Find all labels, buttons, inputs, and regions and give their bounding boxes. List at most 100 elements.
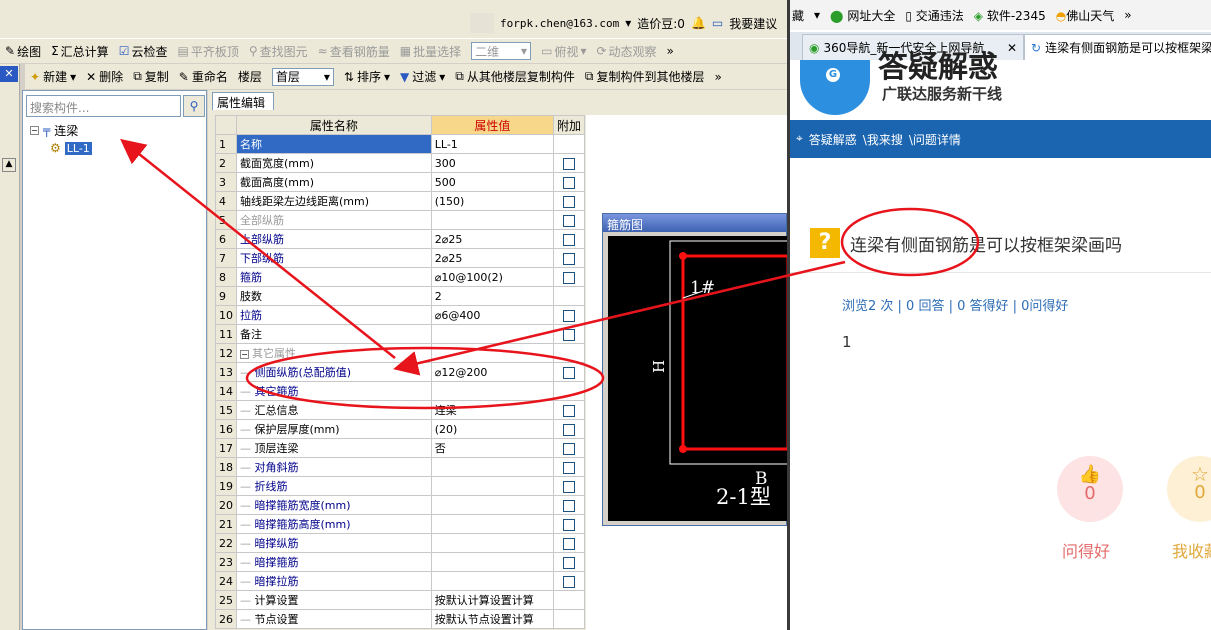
extra-checkbox-cell[interactable] xyxy=(552,229,586,249)
good-question-button[interactable]: 👍 0 xyxy=(1057,456,1123,522)
extra-checkbox[interactable] xyxy=(562,157,575,170)
bookmark-weather[interactable]: ◓佛山天气 xyxy=(1056,7,1115,24)
property-row[interactable]: 16— 保护层厚度(mm) (20) xyxy=(215,419,586,439)
extra-checkbox[interactable] xyxy=(562,271,575,284)
extra-checkbox[interactable] xyxy=(562,366,575,379)
extra-checkbox[interactable] xyxy=(562,404,575,417)
crumb-home[interactable]: 答疑解惑 xyxy=(809,131,857,147)
extra-checkbox-cell[interactable] xyxy=(552,533,586,553)
property-row[interactable]: 10 拉筋 ⌀6@400 xyxy=(215,305,586,325)
property-row[interactable]: 6 上部纵筋 2⌀25 xyxy=(215,229,586,249)
extra-checkbox[interactable] xyxy=(562,233,575,246)
extra-checkbox[interactable] xyxy=(562,442,575,455)
view-rebar-button[interactable]: ≈ 查看钢筋量 xyxy=(313,43,395,60)
suggest-link[interactable]: 我要建议 xyxy=(729,15,777,32)
property-value-cell[interactable] xyxy=(430,571,554,591)
extra-checkbox[interactable] xyxy=(562,575,575,588)
extra-checkbox-cell[interactable] xyxy=(552,590,586,610)
property-name-cell[interactable]: 名称 xyxy=(236,134,432,154)
extra-checkbox-cell[interactable] xyxy=(552,210,586,230)
property-row[interactable]: 19— 折线筋 xyxy=(215,476,586,496)
property-name-cell[interactable]: 轴线距梁左边线距离(mm) xyxy=(236,191,432,211)
property-value-cell[interactable] xyxy=(430,324,554,344)
property-value-cell[interactable] xyxy=(430,457,554,477)
property-row[interactable]: 9 肢数 2 xyxy=(215,286,586,306)
property-value-cell[interactable]: 2⌀25 xyxy=(430,248,554,268)
property-name-cell[interactable]: — 顶层连梁 xyxy=(236,438,432,458)
extra-checkbox[interactable] xyxy=(562,461,575,474)
property-name-cell[interactable]: — 其它箍筋 xyxy=(236,381,432,401)
extra-checkbox-cell[interactable] xyxy=(552,153,586,173)
property-row[interactable]: 25— 计算设置 按默认计算设置计算 xyxy=(215,590,586,610)
extra-checkbox[interactable] xyxy=(562,328,575,341)
property-row[interactable]: 22— 暗撑纵筋 xyxy=(215,533,586,553)
more-tools-button[interactable]: » xyxy=(709,70,726,84)
extra-checkbox-cell[interactable] xyxy=(552,324,586,344)
extra-checkbox-cell[interactable] xyxy=(552,552,586,572)
bell-icon[interactable]: 🔔 xyxy=(691,16,706,30)
extra-checkbox-cell[interactable] xyxy=(552,286,586,306)
property-row[interactable]: 8 箍筋 ⌀10@100(2) xyxy=(215,267,586,287)
extra-checkbox-cell[interactable] xyxy=(552,305,586,325)
property-row[interactable]: 13— 侧面纵筋(总配筋值) ⌀12@200 xyxy=(215,362,586,382)
more-tools-button[interactable]: » xyxy=(662,44,679,58)
top-view-button[interactable]: ▭ 俯视 ▾ xyxy=(536,43,591,60)
property-name-cell[interactable]: 拉筋 xyxy=(236,305,432,325)
bookmark-traffic[interactable]: ▯ 交通违法 xyxy=(905,7,963,24)
dropdown-arrow-icon[interactable]: ▾ xyxy=(625,16,631,30)
extra-checkbox[interactable] xyxy=(562,309,575,322)
tree-node-root[interactable]: − ╤ 连梁 xyxy=(30,122,92,138)
property-value-cell[interactable] xyxy=(430,552,554,572)
property-row[interactable]: 17— 顶层连梁否 xyxy=(215,438,586,458)
property-value-cell[interactable] xyxy=(430,343,554,363)
property-name-cell[interactable]: — 节点设置 xyxy=(236,609,432,629)
extra-checkbox-cell[interactable] xyxy=(552,457,586,477)
property-name-cell[interactable]: 上部纵筋 xyxy=(236,229,432,249)
stirrup-diagram-window[interactable]: 箍筋图 1# H B 2-1型 xyxy=(602,213,787,526)
property-name-cell[interactable]: − 其它属性 xyxy=(236,343,432,363)
property-name-cell[interactable]: 肢数 xyxy=(236,286,432,306)
property-row[interactable]: 5 全部纵筋 xyxy=(215,210,586,230)
cloud-check-button[interactable]: ☑ 云检查 xyxy=(114,43,173,60)
bookmark-nav[interactable]: ⬤ 网址大全 xyxy=(830,7,895,24)
new-button[interactable]: ✦ 新建 ▾ xyxy=(25,68,81,85)
property-name-cell[interactable]: — 折线筋 xyxy=(236,476,432,496)
close-icon[interactable]: ✕ xyxy=(0,66,18,82)
view-2d-combo[interactable]: 二维 ▾ xyxy=(466,42,536,60)
property-name-cell[interactable]: — 侧面纵筋(总配筋值) xyxy=(236,362,432,382)
property-value-cell[interactable]: ⌀10@100(2) xyxy=(430,267,554,287)
extra-checkbox[interactable] xyxy=(562,176,575,189)
property-value-cell[interactable]: ⌀6@400 xyxy=(430,305,554,325)
property-row[interactable]: 4 轴线距梁左边线距离(mm) (150) xyxy=(215,191,586,211)
copy-button[interactable]: ⧉ 复制 xyxy=(128,68,174,85)
property-name-cell[interactable]: — 暗撑拉筋 xyxy=(236,571,432,591)
extra-checkbox[interactable] xyxy=(562,537,575,550)
property-name-cell[interactable]: 截面高度(mm) xyxy=(236,172,432,192)
extra-checkbox-cell[interactable] xyxy=(552,609,586,629)
property-value-cell[interactable]: 连梁 xyxy=(430,400,554,420)
extra-checkbox[interactable] xyxy=(562,556,575,569)
extra-checkbox-cell[interactable] xyxy=(552,191,586,211)
property-value-cell[interactable] xyxy=(430,476,554,496)
draw-button[interactable]: ✎ 绘图 xyxy=(0,43,46,60)
property-row[interactable]: 15— 汇总信息 连梁 xyxy=(215,400,586,420)
property-name-cell[interactable]: — 汇总信息 xyxy=(236,400,432,420)
property-name-cell[interactable]: 截面宽度(mm) xyxy=(236,153,432,173)
property-row[interactable]: 26— 节点设置 按默认节点设置计算 xyxy=(215,609,586,629)
property-value-cell[interactable] xyxy=(430,381,554,401)
extra-checkbox-cell[interactable] xyxy=(552,381,586,401)
property-value-cell[interactable]: 按默认计算设置计算 xyxy=(430,590,554,610)
crumb-detail[interactable]: \问题详情 xyxy=(909,131,961,147)
property-row[interactable]: 7 下部纵筋 2⌀25 xyxy=(215,248,586,268)
tree-node-ll1[interactable]: ⚙ LL-1 xyxy=(50,140,92,156)
more-bookmarks-button[interactable]: » xyxy=(1124,8,1131,22)
extra-checkbox-cell[interactable] xyxy=(552,495,586,515)
bookmark-2345[interactable]: ◈ 软件-2345 xyxy=(974,7,1046,24)
property-name-cell[interactable]: — 暗撑纵筋 xyxy=(236,533,432,553)
property-name-cell[interactable]: 箍筋 xyxy=(236,267,432,287)
summary-calc-button[interactable]: Σ 汇总计算 xyxy=(46,43,114,60)
property-value-cell[interactable]: LL-1 xyxy=(430,134,554,154)
property-value-cell[interactable] xyxy=(430,210,554,230)
property-row[interactable]: 14— 其它箍筋 xyxy=(215,381,586,401)
extra-checkbox[interactable] xyxy=(562,252,575,265)
